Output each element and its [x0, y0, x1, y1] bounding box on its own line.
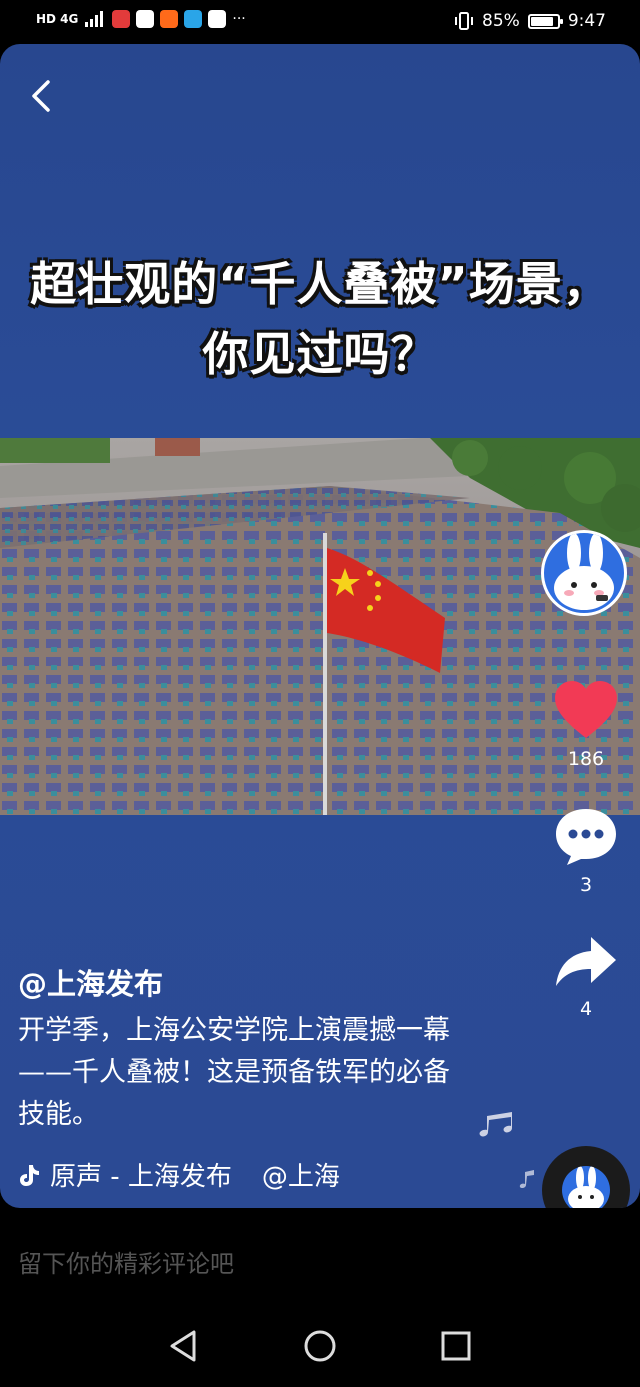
- video-app-icon: [160, 10, 179, 28]
- music-disc-cover: [562, 1166, 610, 1208]
- clock: 9:47: [567, 11, 606, 31]
- music-author: @上海: [261, 1162, 340, 1192]
- tiktok-note-icon: [20, 1164, 39, 1186]
- floating-music-note-icon: [519, 1170, 534, 1189]
- video-frame[interactable]: [0, 438, 640, 815]
- nav-back-button[interactable]: [164, 1326, 204, 1366]
- comment-bubble-icon: [556, 809, 616, 865]
- chevron-left-icon: [32, 80, 50, 112]
- app-notification-icon: [112, 10, 131, 28]
- square-recents-icon: [441, 1331, 471, 1361]
- circle-home-icon: [304, 1330, 336, 1362]
- heart-icon: [555, 681, 617, 738]
- video-headline: 超壮观的“千人叠被”场景， 你见过吗？: [0, 249, 640, 389]
- nav-home-button[interactable]: [300, 1326, 340, 1366]
- more-notifications-icon: ···: [232, 11, 246, 27]
- comment-button[interactable]: 3: [546, 806, 626, 896]
- parade-ground-image: [0, 438, 640, 815]
- music-link[interactable]: 原声 - 上海发布 @上海: [18, 1156, 340, 1193]
- share-arrow-icon: [556, 937, 616, 986]
- like-count: 186: [567, 748, 605, 770]
- system-nav-bar: [0, 1300, 640, 1387]
- nav-recents-button[interactable]: [436, 1326, 476, 1366]
- status-bar: HD 4G ··· 85% 9:47: [0, 0, 640, 44]
- comment-input[interactable]: 留下你的精彩评论吧: [18, 1244, 234, 1279]
- status-right: 85% 9:47: [454, 11, 606, 31]
- battery-icon: [527, 13, 563, 29]
- network-indicator: HD 4G: [36, 12, 79, 26]
- video-card[interactable]: 超壮观的“千人叠被”场景， 你见过吗？ 186 3 4 @上海发布 开学季，上海…: [0, 44, 640, 1208]
- news-app-icon: [208, 10, 227, 28]
- music-title: 原声 - 上海发布: [50, 1162, 232, 1192]
- like-button[interactable]: 186: [546, 680, 626, 770]
- floating-music-note-icon: [479, 1112, 512, 1137]
- signal-icon: [85, 11, 104, 27]
- share-count: 4: [579, 998, 593, 1020]
- status-left-icons: HD 4G ···: [36, 10, 246, 28]
- comment-count: 3: [579, 874, 593, 896]
- vibrate-icon: [455, 12, 474, 30]
- app-notification-icon: [136, 10, 155, 28]
- rabbit-mascot-icon: [568, 1166, 604, 1208]
- author-handle[interactable]: @上海发布: [18, 961, 163, 1003]
- battery-percent: 85%: [482, 11, 520, 31]
- paper-plane-app-icon: [184, 10, 203, 28]
- post-caption: 开学季，上海公安学院上演震撼一幕——千人叠被！这是预备铁军的必备技能。: [18, 1015, 450, 1130]
- music-disc[interactable]: [542, 1146, 630, 1208]
- rabbit-mascot-icon: [554, 533, 614, 610]
- triangle-back-icon: [170, 1330, 196, 1362]
- back-button[interactable]: [22, 74, 62, 118]
- headline-line-1: 超壮观的“千人叠被”场景，: [30, 257, 610, 311]
- headline-line-2: 你见过吗？: [202, 327, 438, 381]
- creator-avatar[interactable]: [541, 530, 627, 616]
- share-button[interactable]: 4: [546, 934, 626, 1020]
